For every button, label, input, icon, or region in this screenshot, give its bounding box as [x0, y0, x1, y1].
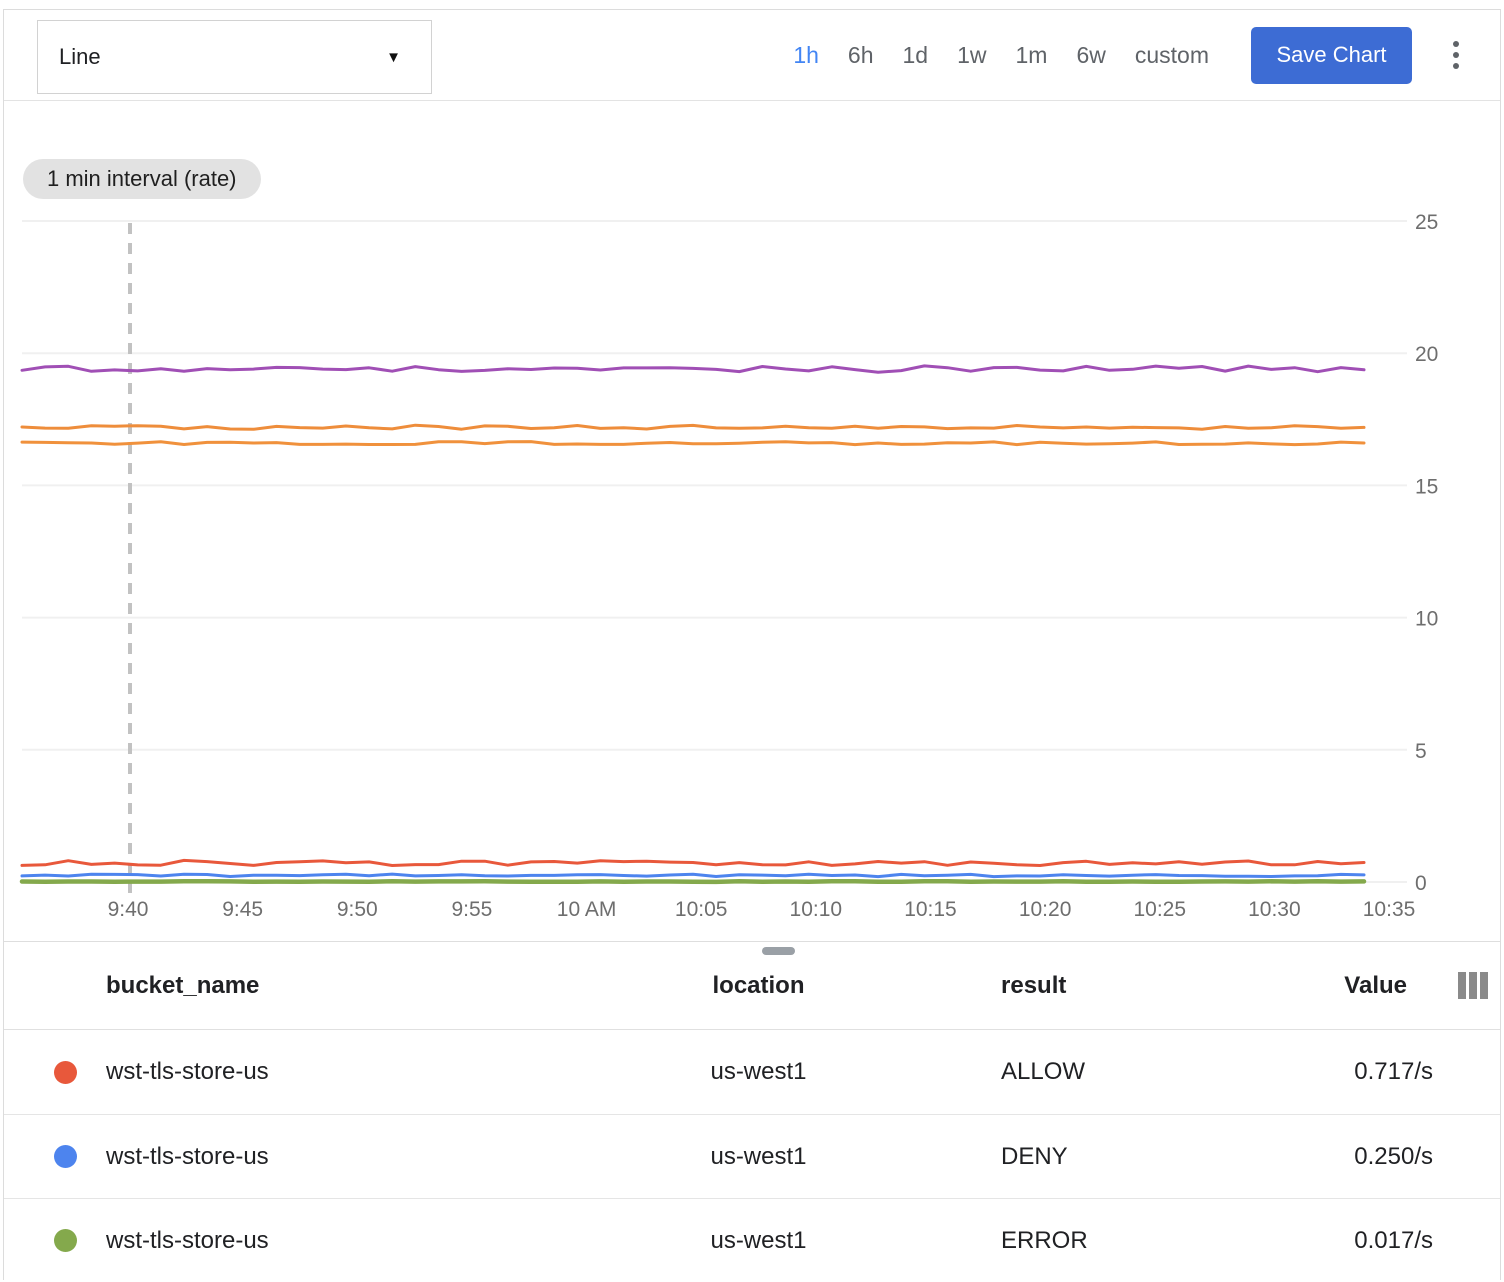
series-dot-cell [4, 1229, 106, 1252]
chart-area[interactable]: 25 20 15 10 5 0 9:40 9:45 9:50 9:55 10 AM 10:05 10:1… [4, 101, 1500, 941]
cell-result: ALLOW [1001, 1058, 1251, 1086]
series-dot-cell [4, 1061, 106, 1084]
column-header-result[interactable]: result [1001, 972, 1251, 1000]
cell-location: us-west1 [651, 1227, 866, 1255]
legend-table: bucket_name location result Value wst-tl… [4, 941, 1500, 1282]
time-range-1h[interactable]: 1h [793, 42, 819, 69]
x-axis-tick-label: 10:05 [675, 898, 728, 921]
column-header-location[interactable]: location [651, 972, 866, 1000]
more-options-icon[interactable] [1442, 35, 1470, 75]
y-axis-tick-label: 20 [1415, 343, 1438, 366]
table-row[interactable]: wst-tls-store-usus-west1 ALLOW0.717/s [4, 1030, 1500, 1114]
x-axis-tick-label: 10:15 [904, 898, 957, 921]
series-line-DENY [22, 874, 1364, 877]
time-range-group: 1h 6h 1d 1w 1m 6w custom [793, 42, 1209, 69]
x-axis-tick-label: 10:30 [1248, 898, 1301, 921]
x-axis-tick-label: 9:55 [451, 898, 492, 921]
time-range-6h[interactable]: 6h [848, 42, 874, 69]
x-axis-tick-label: 10:35 [1363, 898, 1416, 921]
series-line-ALLOW [22, 860, 1364, 865]
dropdown-caret-icon: ▼ [386, 49, 401, 66]
chart-card: Line ▼ 1h6h1d1w1m6wcustom Save Chart 252… [3, 9, 1501, 1280]
column-header-bucket-name[interactable]: bucket_name [106, 972, 651, 1000]
series-line-orange-line-upper [22, 425, 1364, 429]
toolbar-right-group: 1h 6h 1d 1w 1m 6w custom Save Chart [793, 27, 1500, 84]
cell-value: 0.250/s [1251, 1143, 1443, 1171]
x-axis-tick-label: 10:10 [790, 898, 843, 921]
chart-type-select[interactable]: Line ▼ [37, 20, 432, 94]
table-header: bucket_name location result Value [4, 942, 1500, 1030]
series-color-dot [54, 1229, 77, 1252]
cell-location: us-west1 [651, 1143, 866, 1171]
x-axis-tick-label: 9:50 [337, 898, 378, 921]
series-color-dot [54, 1061, 77, 1084]
save-chart-button[interactable]: Save Chart [1251, 27, 1412, 84]
cell-result: ERROR [1001, 1227, 1251, 1255]
series-line-purple-line [22, 366, 1364, 372]
y-axis-tick-label: 10 [1415, 608, 1438, 631]
interval-badge: 1 min interval (rate) [23, 159, 261, 199]
x-axis-tick-label: 9:45 [222, 898, 263, 921]
y-axis-tick-label: 25 [1415, 211, 1438, 234]
cell-value: 0.717/s [1251, 1058, 1443, 1086]
table-row[interactable]: wst-tls-store-usus-west1 ERROR0.017/s [4, 1198, 1500, 1282]
time-range-6w[interactable]: 6w [1076, 42, 1105, 69]
x-axis-tick-label: 10:25 [1133, 898, 1186, 921]
cell-location: us-west1 [651, 1058, 866, 1086]
cell-bucket_name: wst-tls-store-us [106, 1143, 651, 1171]
line-chart[interactable]: 25 20 15 10 5 0 9:40 9:45 9:50 9:55 10 AM 10:05 10:1… [4, 101, 1500, 941]
cell-bucket_name: wst-tls-store-us [106, 1227, 651, 1255]
series-color-dot [54, 1145, 77, 1168]
column-header-value[interactable]: Value [1251, 972, 1443, 1000]
x-axis-tick-label: 9:40 [108, 898, 149, 921]
y-axis-tick-label: 15 [1415, 475, 1438, 498]
chart-toolbar: Line ▼ 1h 6h 1d 1w 1m 6w custom Save Chart [4, 10, 1500, 101]
x-axis-tick-label: 10 AM [557, 898, 617, 921]
cell-value: 0.017/s [1251, 1227, 1443, 1255]
cell-result: DENY [1001, 1143, 1251, 1171]
x-axis-tick-label: 10:20 [1019, 898, 1072, 921]
y-axis-tick-label: 0 [1415, 872, 1427, 895]
series-dot-cell [4, 1145, 106, 1168]
series-line-orange-line-lower [22, 442, 1364, 445]
time-range-1m[interactable]: 1m [1016, 42, 1048, 69]
series-line-ERROR [22, 881, 1364, 882]
columns-icon[interactable] [1443, 972, 1502, 999]
cell-bucket_name: wst-tls-store-us [106, 1058, 651, 1086]
table-row[interactable]: wst-tls-store-usus-west1 DENY0.250/s [4, 1114, 1500, 1198]
time-range-1w[interactable]: 1w [957, 42, 986, 69]
time-range-1d[interactable]: 1d [903, 42, 929, 69]
drag-handle[interactable] [762, 947, 795, 955]
y-axis-tick-label: 5 [1415, 740, 1427, 763]
table-body: wst-tls-store-usus-west1ALLOW0.717/swst-… [4, 1030, 1500, 1282]
time-range-custom[interactable]: custom [1135, 42, 1209, 69]
chart-type-label: Line [59, 44, 101, 70]
